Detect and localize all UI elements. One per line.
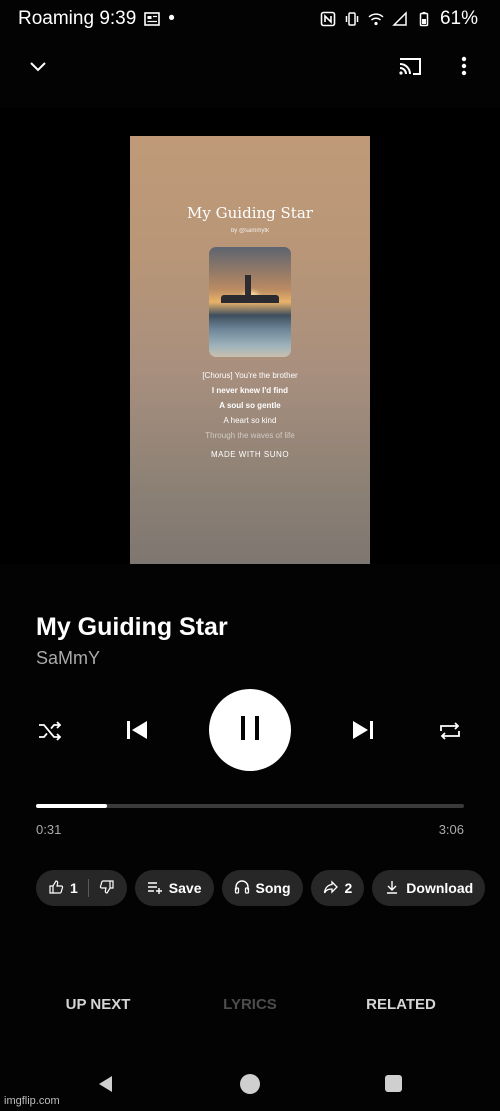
lighthouse-shape <box>245 275 251 297</box>
back-icon[interactable] <box>96 1074 116 1094</box>
home-icon[interactable] <box>240 1074 260 1094</box>
download-chip[interactable]: Download <box>372 870 486 906</box>
shuffle-icon[interactable] <box>36 717 64 745</box>
video-area[interactable]: My Guiding Star by @sammytk [Chorus] You… <box>0 108 500 564</box>
share-count: 2 <box>344 880 353 896</box>
current-time: 0:31 <box>36 822 62 837</box>
status-right: 61% <box>320 8 478 30</box>
chevron-down-icon[interactable] <box>24 52 52 80</box>
song-label: Song <box>255 880 291 896</box>
save-chip[interactable]: Save <box>134 870 214 906</box>
player-tabs: UP NEXT LYRICS RELATED <box>0 996 500 1020</box>
recents-icon[interactable] <box>385 1075 402 1092</box>
status-bar: Roaming 9:39 • 61% <box>0 0 500 40</box>
tab-related[interactable]: RELATED <box>326 996 476 1013</box>
chip-divider <box>87 879 89 897</box>
pause-icon <box>235 713 265 748</box>
like-dislike-chip: 1 <box>36 870 127 906</box>
signal-icon <box>392 11 408 27</box>
status-dot: • <box>168 8 175 29</box>
download-label: Download <box>406 880 474 896</box>
song-chip[interactable]: Song <box>221 870 303 906</box>
tab-up-next[interactable]: UP NEXT <box>23 996 173 1013</box>
more-vert-icon[interactable] <box>450 52 478 80</box>
action-chips: 1 Save Song 2 Download <box>36 870 500 906</box>
video-thumbnail[interactable]: My Guiding Star by @sammytk [Chorus] You… <box>130 136 370 564</box>
video-lyrics: [Chorus] You're the brother I never knew… <box>130 368 370 443</box>
share-chip[interactable]: 2 <box>310 870 365 906</box>
progress-fill <box>36 804 108 808</box>
video-song-title: My Guiding Star <box>187 204 313 222</box>
track-title: My Guiding Star <box>36 613 228 641</box>
skip-next-icon[interactable] <box>348 715 378 745</box>
playlist-add-icon <box>147 879 163 898</box>
headphones-icon <box>234 879 250 898</box>
track-artist[interactable]: SaMmY <box>36 648 100 669</box>
share-icon <box>323 879 339 898</box>
lyric-line: I never knew I'd find <box>211 386 289 395</box>
lyric-line: Through the waves of life <box>205 431 295 440</box>
land-shape <box>221 295 279 303</box>
save-label: Save <box>168 880 202 896</box>
download-icon <box>384 879 400 898</box>
lighthouse-artwork <box>209 247 291 357</box>
like-count: 1 <box>70 880 78 896</box>
battery-icon <box>416 11 432 27</box>
video-song-subtitle: by @sammytk <box>230 228 270 234</box>
vibrate-icon <box>344 11 360 27</box>
tab-lyrics[interactable]: LYRICS <box>175 996 325 1013</box>
thumbs-down-icon[interactable] <box>99 879 115 898</box>
status-left: Roaming 9:39 • <box>18 8 175 30</box>
lyric-line: A heart so kind <box>223 416 277 425</box>
lyric-line: [Chorus] You're the brother <box>202 371 298 380</box>
play-pause-button[interactable] <box>209 689 291 771</box>
total-time: 3:06 <box>438 822 464 837</box>
lyric-line: A soul so gentle <box>219 401 281 410</box>
wifi-icon <box>368 11 384 27</box>
watermark: imgflip.com <box>4 1095 60 1107</box>
status-time: Roaming 9:39 <box>18 8 137 29</box>
system-nav-bar <box>0 1068 500 1100</box>
repeat-icon[interactable] <box>436 717 464 745</box>
thumbs-up-icon[interactable] <box>48 879 64 898</box>
battery-percent: 61% <box>439 8 478 29</box>
made-with-label: MADE WITH SUNO <box>210 450 290 459</box>
nfc-icon <box>320 11 336 27</box>
skip-previous-icon[interactable] <box>122 715 152 745</box>
cast-icon[interactable] <box>396 52 424 80</box>
news-icon <box>144 11 161 27</box>
player-top-bar <box>0 44 500 88</box>
progress-bar[interactable] <box>36 804 464 808</box>
